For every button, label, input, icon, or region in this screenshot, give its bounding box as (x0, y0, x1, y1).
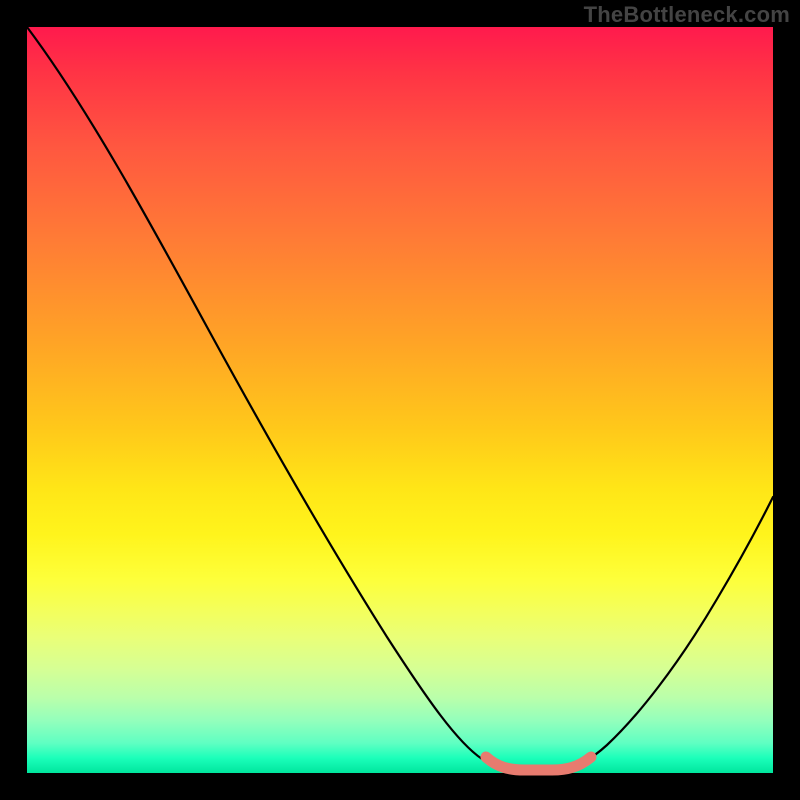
minimum-marker (486, 757, 591, 770)
chart-frame: TheBottleneck.com (0, 0, 800, 800)
plot-area (27, 27, 773, 773)
watermark-text: TheBottleneck.com (584, 2, 790, 28)
curve-svg (27, 27, 773, 773)
bottleneck-curve-line (27, 27, 773, 770)
